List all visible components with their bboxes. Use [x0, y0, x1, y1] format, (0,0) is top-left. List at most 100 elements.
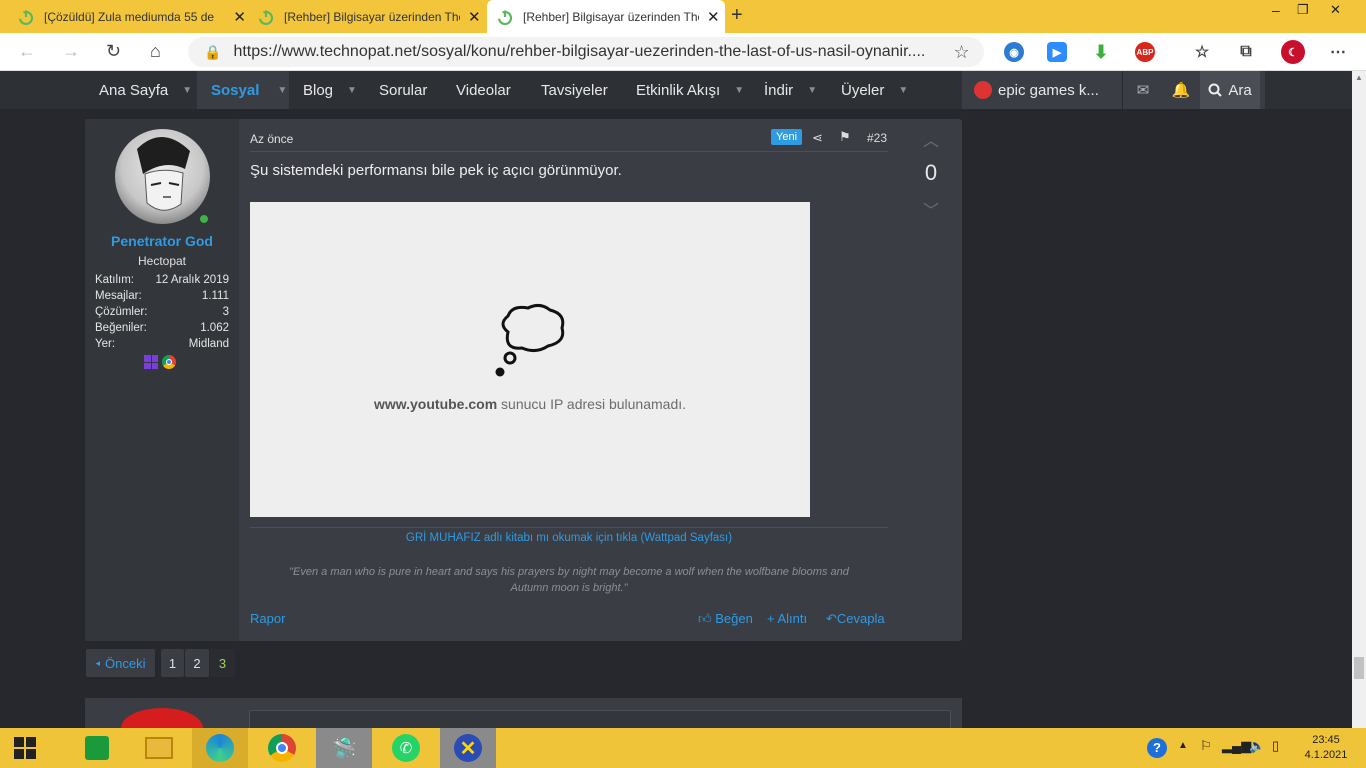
browser-tab-2[interactable]: [Rehber] Bilgisayar üzerinden The ✕ [248, 0, 486, 33]
editor-toolbar[interactable] [249, 710, 951, 730]
zoom-extension-icon[interactable]: ▶ [1047, 42, 1067, 62]
stat-value: 3 [222, 306, 229, 318]
embed-error-text: sunucu IP adresi bulunamadı. [497, 396, 687, 412]
report-link[interactable]: Rapor [250, 611, 285, 626]
whatsapp-app-button[interactable]: ✆ [378, 728, 434, 768]
chevron-down-icon[interactable]: ▼ [277, 85, 287, 96]
santa-avatar-icon [974, 81, 992, 99]
username[interactable]: Penetrator God [85, 233, 239, 249]
reply-button[interactable]: ↶Cevapla [826, 611, 885, 627]
whatsapp-icon: ✆ [392, 734, 420, 762]
more-menu-icon[interactable]: ⋯ [1328, 42, 1348, 62]
stat-label: Çözümler: [95, 306, 148, 318]
address-bar[interactable]: 🔒 https://www.technopat.net/sosyal/konu/… [188, 37, 984, 67]
maximize-button[interactable]: ❐ [1297, 2, 1309, 18]
stat-row: Katılım: 12 Aralık 2019 [95, 274, 229, 286]
nav-item-blog[interactable]: Blog ▼ [303, 71, 357, 109]
download-extension-icon[interactable]: ⬇ [1091, 42, 1111, 62]
nav-label: Tavsiyeler [541, 81, 608, 99]
browser-tab-3-active[interactable]: [Rehber] Bilgisayar üzerinden The ✕ [487, 0, 725, 33]
chevron-down-icon[interactable]: ▼ [898, 85, 908, 96]
quote-button[interactable]: + Alıntı [767, 611, 807, 626]
refresh-icon[interactable]: ↻ [106, 41, 121, 62]
file-explorer-button[interactable] [131, 728, 187, 768]
share-icon[interactable]: ⋖ [812, 130, 823, 146]
search-query-chip[interactable]: epic games k... [974, 71, 1099, 109]
chevron-down-icon[interactable]: ▼ [182, 85, 192, 96]
close-tab-icon[interactable]: ✕ [468, 8, 481, 26]
pagination-prev[interactable]: ◂ Önceki [86, 649, 155, 677]
volume-muted-icon[interactable]: 🔈 [1249, 738, 1265, 754]
minimize-button[interactable]: – [1272, 2, 1280, 18]
youtube-embed[interactable]: www.youtube.com sunucu IP adresi bulunam… [250, 202, 810, 517]
flag-icon[interactable]: ⚐ [1200, 738, 1212, 754]
collections-icon[interactable]: ⧉ [1236, 42, 1256, 62]
nav-item-ana-sayfa[interactable]: Ana Sayfa ▼ [99, 71, 192, 109]
chevron-down-icon[interactable]: ▼ [347, 85, 357, 96]
stat-value: 1.111 [201, 290, 229, 302]
url-text: https://www.technopat.net/sosyal/konu/re… [233, 43, 926, 60]
nav-item-sosyal[interactable]: Sosyal ▼ [197, 71, 289, 109]
help-icon[interactable]: ? [1147, 738, 1167, 758]
back-icon[interactable]: ← [18, 41, 36, 62]
home-icon[interactable]: ⌂ [150, 41, 161, 62]
nav-item-etkinlik-akisi[interactable]: Etkinlik Akışı ▼ [636, 71, 744, 109]
page-scrollbar[interactable]: ▲ [1352, 71, 1366, 728]
close-tab-icon[interactable]: ✕ [707, 8, 720, 26]
page-2[interactable]: 2 [185, 649, 209, 677]
close-tab-icon[interactable]: ✕ [233, 8, 246, 26]
nav-item-tavsiyeler[interactable]: Tavsiyeler [541, 71, 608, 109]
favorites-icon[interactable]: ☆ [1192, 42, 1212, 62]
new-tab-button[interactable]: + [731, 4, 743, 27]
globe-extension-icon[interactable]: ◉ [1004, 42, 1024, 62]
network-icon[interactable]: ▂▄▆ [1222, 738, 1251, 754]
edge-app-button[interactable] [192, 728, 248, 768]
reply-icon: ↶ [826, 611, 837, 626]
signature-link[interactable]: GRİ MUHAFIZ adlı kitabı mı okumak için t… [250, 532, 888, 544]
nav-label: Etkinlik Akışı [636, 81, 721, 99]
bell-icon[interactable]: 🔔 [1162, 71, 1200, 109]
nav-label: Blog [303, 81, 334, 99]
start-button[interactable] [0, 728, 50, 768]
store-app-button[interactable] [69, 728, 125, 768]
system-clock[interactable]: 23:45 4.1.2021 [1296, 733, 1356, 763]
downvote-icon[interactable]: ﹀ [900, 197, 962, 221]
page-1[interactable]: 1 [161, 649, 184, 677]
battery-icon[interactable]: ▯ [1272, 738, 1279, 754]
nav-item-videolar[interactable]: Videolar [456, 71, 511, 109]
browser-tab-1[interactable]: [Çözüldü] Zula mediumda 55 de ✕ [0, 0, 246, 33]
mail-icon[interactable]: ✉ [1124, 71, 1162, 109]
favorite-star-icon[interactable]: ☆ [953, 42, 969, 63]
upvote-icon[interactable]: ︿ [900, 127, 962, 151]
nav-item-uyeler[interactable]: Üyeler ▼ [841, 71, 908, 109]
close-window-button[interactable]: ✕ [1330, 2, 1341, 18]
divider [250, 151, 888, 152]
post-time[interactable]: Az önce [250, 132, 293, 146]
tab-title: [Rehber] Bilgisayar üzerinden The [523, 9, 699, 24]
windows-icon [144, 355, 158, 369]
chevron-down-icon[interactable]: ▼ [807, 85, 817, 96]
page-3-current[interactable]: 3 [210, 649, 235, 677]
post-number[interactable]: #23 [867, 131, 887, 145]
nav-item-sorular[interactable]: Sorular [379, 71, 427, 109]
tray-chevron-icon[interactable]: ▲ [1178, 740, 1188, 751]
forward-icon[interactable]: → [62, 41, 80, 62]
bookmark-icon[interactable]: ⚑ [839, 129, 851, 145]
search-area: epic games k... ✉ 🔔 Ara [962, 71, 1265, 109]
x-app-button[interactable]: ✕ [440, 728, 496, 768]
nav-label: Üyeler [841, 81, 885, 99]
profile-avatar[interactable]: ☾ [1281, 40, 1305, 64]
like-button[interactable]: 👍︎ Beğen [698, 611, 753, 627]
scrollbar-thumb[interactable] [1354, 657, 1364, 679]
ufo-app-button[interactable]: 🛸 [316, 728, 372, 768]
nav-item-indir[interactable]: İndir ▼ [764, 71, 817, 109]
scroll-up-icon[interactable]: ▲ [1355, 73, 1363, 82]
power-icon [497, 9, 513, 25]
search-button[interactable]: Ara [1200, 71, 1260, 109]
power-icon [258, 9, 274, 25]
chevron-down-icon[interactable]: ▼ [734, 85, 744, 96]
avatar[interactable] [115, 129, 210, 224]
chrome-app-button[interactable] [254, 728, 310, 768]
stat-value: Midland [188, 338, 229, 350]
adblock-icon[interactable]: ABP [1135, 42, 1155, 62]
